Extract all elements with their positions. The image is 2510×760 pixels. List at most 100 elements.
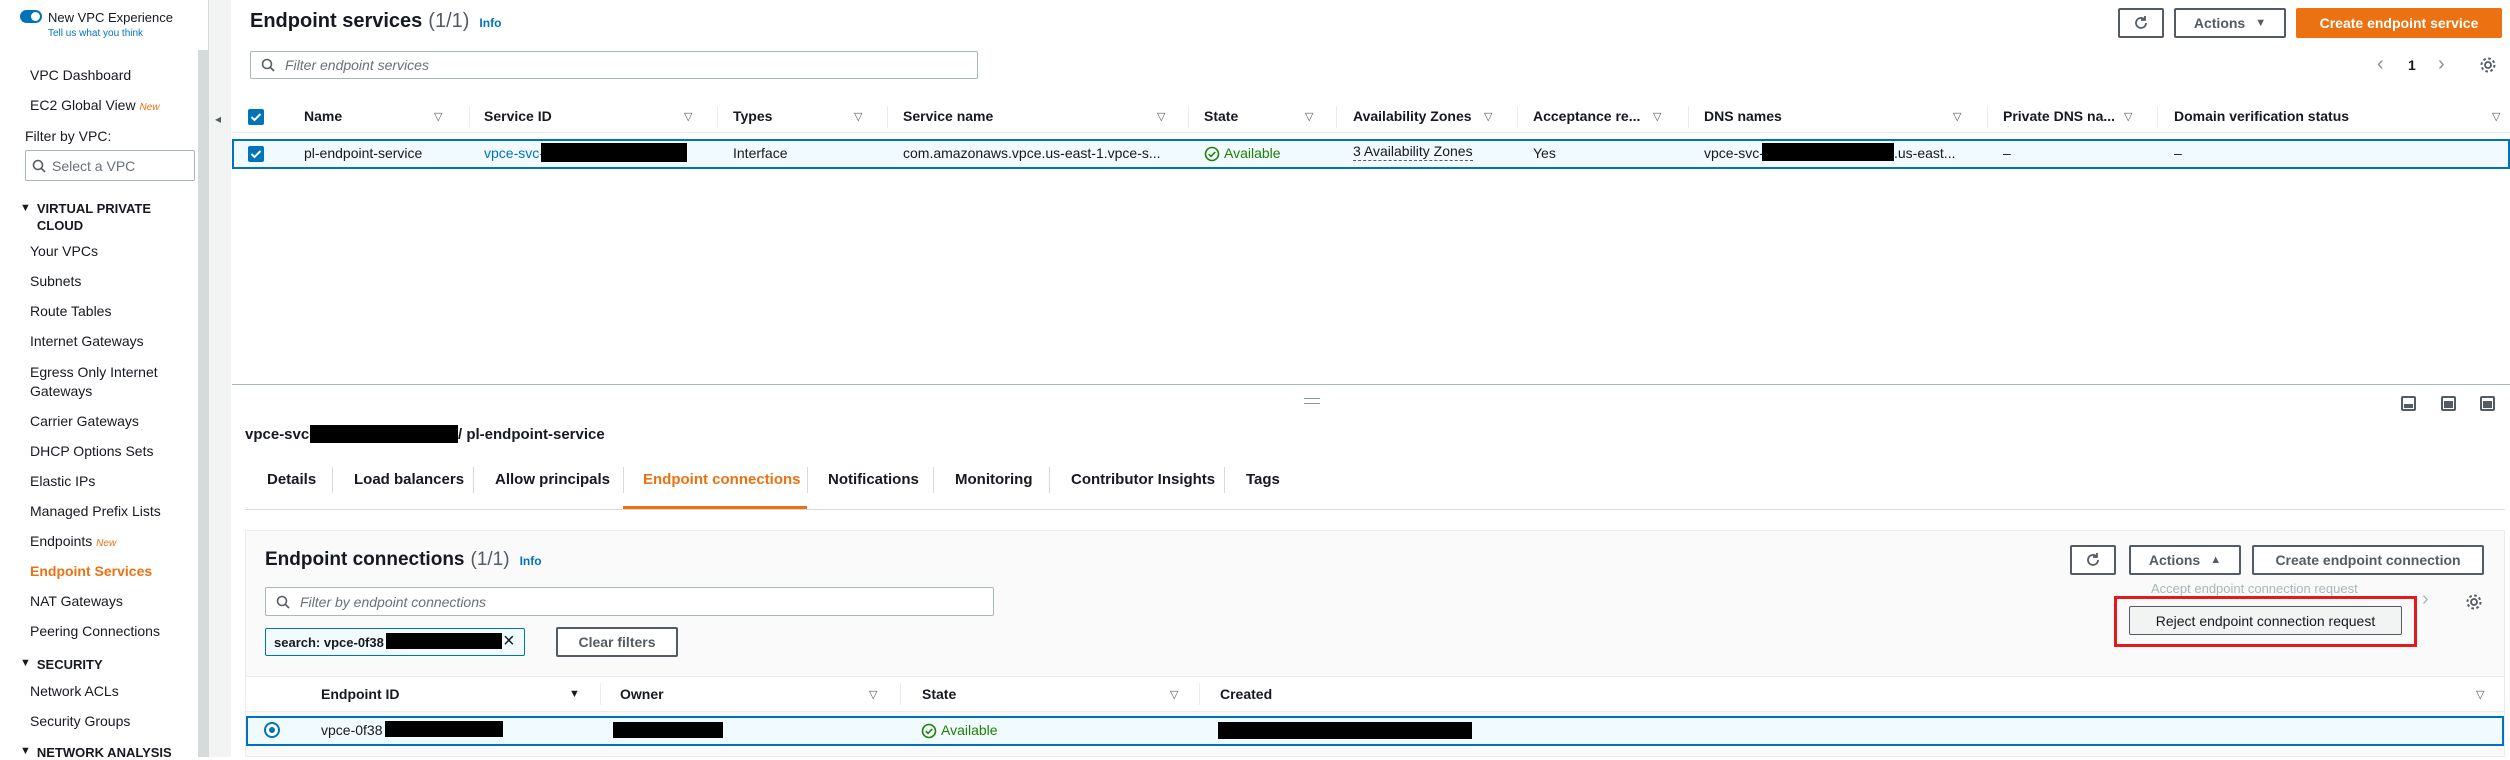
connections-actions-button[interactable]: Actions ▲ — [2129, 545, 2241, 575]
drag-handle-icon[interactable] — [1304, 398, 1320, 404]
split-view-side-icon[interactable] — [2441, 396, 2456, 411]
nav-ec2-global-view[interactable]: EC2 Global View New — [30, 97, 159, 113]
menu-item-reject-connection[interactable]: Reject endpoint connection request — [2129, 606, 2402, 635]
filter-endpoint-services-input[interactable]: Filter endpoint services — [250, 51, 978, 79]
col-domain-verification-status[interactable]: Domain verification status — [2174, 108, 2349, 124]
tab-details[interactable]: Details — [267, 471, 316, 488]
info-link[interactable]: Info — [479, 16, 501, 30]
sort-icon[interactable]: ▽ — [1305, 110, 1313, 123]
collapse-sidebar-icon[interactable]: ◂ — [215, 112, 221, 126]
col-types[interactable]: Types — [733, 108, 772, 124]
feedback-link[interactable]: Tell us what you think — [48, 28, 143, 39]
next-page-icon[interactable]: › — [2438, 53, 2445, 76]
preferences-gear-icon[interactable] — [2479, 56, 2497, 79]
actions-label: Actions — [2148, 552, 2201, 568]
col-service-id[interactable]: Service ID — [484, 108, 552, 124]
nav-endpoints[interactable]: Endpoints New — [30, 533, 116, 549]
filter-by-vpc-label: Filter by VPC: — [25, 128, 112, 144]
tab-contributor-insights[interactable]: Contributor Insights — [1071, 471, 1215, 488]
section-security[interactable]: ▼ SECURITY — [20, 657, 103, 672]
vpc-filter-select[interactable]: Select a VPC — [25, 150, 195, 181]
split-view-full-icon[interactable] — [2480, 396, 2495, 411]
cell-availability-zones[interactable]: 3 Availability Zones — [1353, 143, 1473, 161]
col-endpoint-id[interactable]: Endpoint ID — [321, 686, 400, 702]
sort-icon[interactable]: ▽ — [1653, 110, 1661, 123]
sort-icon[interactable]: ▽ — [1484, 110, 1492, 123]
sort-icon[interactable]: ▽ — [2492, 110, 2500, 123]
col-private-dns-name[interactable]: Private DNS na... — [2003, 108, 2115, 124]
connections-header: Endpoint connections (1/1) Info — [265, 549, 542, 571]
cell-service-id-link[interactable]: vpce-svc- — [484, 145, 544, 161]
sort-icon[interactable]: ▽ — [1953, 110, 1961, 123]
clear-filters-button[interactable]: Clear filters — [556, 627, 678, 657]
prev-page-icon[interactable]: ‹ — [2377, 53, 2384, 76]
create-endpoint-service-button[interactable]: Create endpoint service — [2296, 8, 2502, 38]
refresh-button[interactable] — [2118, 8, 2164, 38]
col-owner[interactable]: Owner — [620, 686, 664, 702]
section-network-analysis[interactable]: ▼ NETWORK ANALYSIS — [20, 745, 172, 760]
col-created[interactable]: Created — [1220, 686, 1272, 702]
tab-load-balancers[interactable]: Load balancers — [354, 471, 464, 488]
col-divider — [900, 683, 901, 705]
remove-token-close-icon[interactable]: × — [503, 630, 515, 652]
tab-divider — [1049, 467, 1050, 493]
sort-icon[interactable]: ▽ — [434, 110, 442, 123]
nav-security-groups[interactable]: Security Groups — [30, 713, 130, 729]
nav-network-acls[interactable]: Network ACLs — [30, 683, 119, 699]
sort-icon[interactable]: ▽ — [684, 110, 692, 123]
tab-tags[interactable]: Tags — [1246, 471, 1280, 488]
nav-vpc-dashboard[interactable]: VPC Dashboard — [30, 67, 131, 83]
sort-desc-icon[interactable]: ▼ — [569, 688, 580, 700]
detail-title-prefix: vpce-svc- — [245, 426, 315, 443]
nav-egress-only-internet-gateways[interactable]: Egress Only Internet Gateways — [30, 363, 170, 401]
nav-route-tables[interactable]: Route Tables — [30, 303, 111, 319]
split-view-bottom-icon[interactable] — [2401, 396, 2416, 411]
select-all-checkbox[interactable] — [248, 109, 264, 125]
nav-carrier-gateways[interactable]: Carrier Gateways — [30, 413, 139, 429]
nav-your-vpcs[interactable]: Your VPCs — [30, 243, 98, 259]
tab-monitoring[interactable]: Monitoring — [955, 471, 1032, 488]
sort-icon[interactable]: ▽ — [2124, 110, 2132, 123]
col-state[interactable]: State — [1204, 108, 1238, 124]
sort-icon[interactable]: ▽ — [1170, 688, 1178, 701]
sort-icon[interactable]: ▽ — [1157, 110, 1165, 123]
sort-icon[interactable]: ▽ — [869, 688, 877, 701]
nav-label: EC2 Global View — [30, 97, 136, 113]
nav-managed-prefix-lists[interactable]: Managed Prefix Lists — [30, 503, 161, 519]
tab-endpoint-connections[interactable]: Endpoint connections — [643, 471, 801, 488]
nav-endpoint-services[interactable]: Endpoint Services — [30, 563, 152, 579]
pane-splitter[interactable] — [232, 384, 2510, 385]
nav-internet-gateways[interactable]: Internet Gateways — [30, 333, 144, 349]
menu-item-accept-connection[interactable]: Accept endpoint connection request — [2151, 581, 2358, 596]
new-badge: New — [139, 102, 160, 113]
connections-info-link[interactable]: Info — [520, 554, 542, 568]
next-page-icon[interactable]: › — [2422, 588, 2429, 611]
nav-peering-connections[interactable]: Peering Connections — [30, 623, 160, 639]
tab-allow-principals[interactable]: Allow principals — [495, 471, 610, 488]
connections-preferences-gear-icon[interactable] — [2465, 593, 2483, 616]
section-virtual-private-cloud[interactable]: ▼ VIRTUAL PRIVATE CLOUD — [20, 200, 170, 234]
row-radio-button[interactable] — [264, 722, 280, 738]
nav-nat-gateways[interactable]: NAT Gateways — [30, 593, 123, 609]
create-endpoint-connection-button[interactable]: Create endpoint connection — [2252, 545, 2484, 575]
tab-notifications[interactable]: Notifications — [828, 471, 919, 488]
tab-divider — [933, 467, 934, 493]
actions-button[interactable]: Actions ▼ — [2174, 8, 2286, 38]
col-availability-zones[interactable]: Availability Zones — [1353, 108, 1472, 124]
sidebar-scrollbar[interactable] — [198, 50, 208, 757]
filter-endpoint-connections-input[interactable]: Filter by endpoint connections — [265, 587, 994, 616]
nav-elastic-ips[interactable]: Elastic IPs — [30, 473, 95, 489]
col-service-name[interactable]: Service name — [903, 108, 993, 124]
col-state[interactable]: State — [922, 686, 956, 702]
connections-refresh-button[interactable] — [2070, 545, 2116, 575]
new-vpc-experience-toggle[interactable] — [20, 10, 42, 23]
nav-subnets[interactable]: Subnets — [30, 273, 81, 289]
page-number[interactable]: 1 — [2408, 57, 2416, 73]
sort-icon[interactable]: ▽ — [854, 110, 862, 123]
nav-dhcp-options-sets[interactable]: DHCP Options Sets — [30, 443, 153, 459]
row-checkbox[interactable] — [248, 146, 264, 162]
sort-icon[interactable]: ▽ — [2476, 688, 2484, 701]
col-dns-names[interactable]: DNS names — [1704, 108, 1782, 124]
col-name[interactable]: Name — [304, 108, 342, 124]
col-acceptance-required[interactable]: Acceptance re... — [1533, 108, 1640, 124]
